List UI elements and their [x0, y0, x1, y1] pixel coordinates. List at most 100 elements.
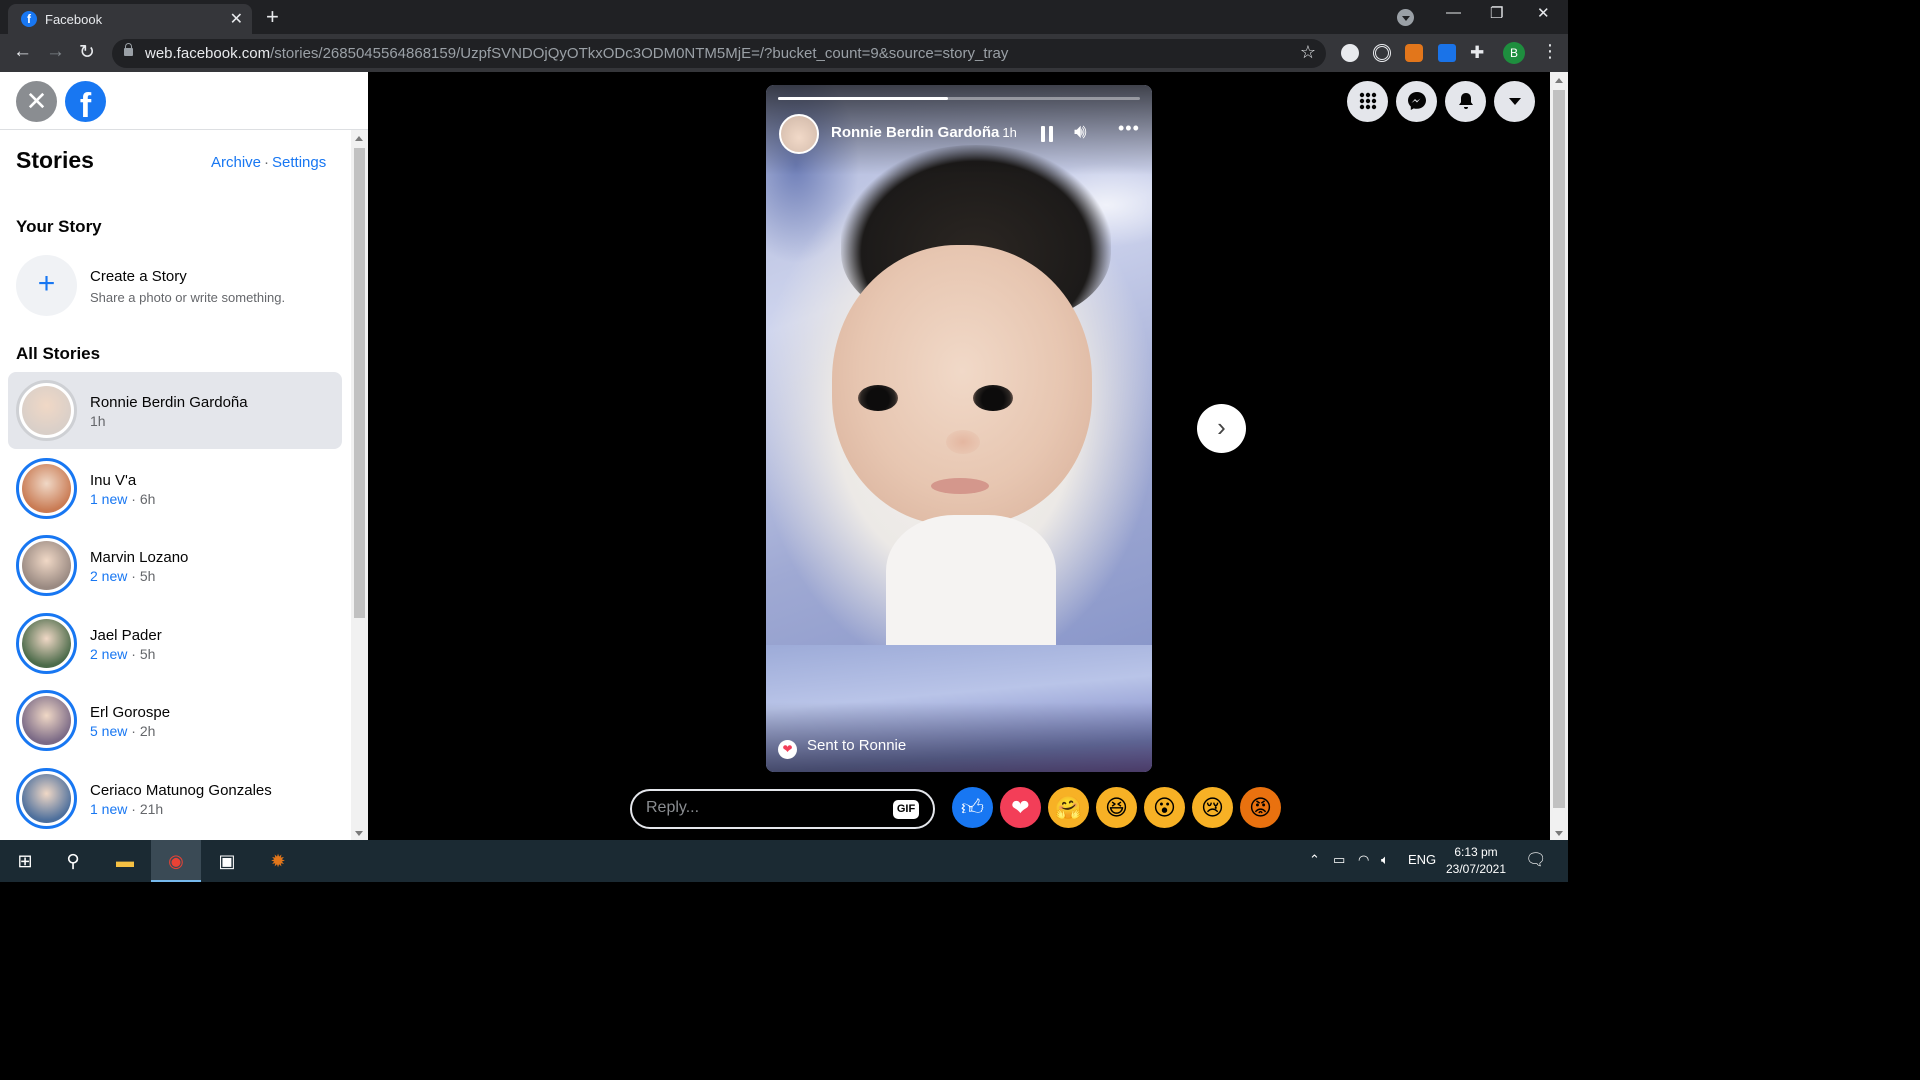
- next-story-button[interactable]: ›: [1197, 404, 1246, 453]
- story-new-count: 2 new: [90, 568, 128, 584]
- bookmark-star-icon[interactable]: ☆: [1300, 42, 1316, 63]
- volume-icon[interactable]: 🔊︎: [1074, 121, 1087, 144]
- story-meta: 5 new · 2h: [90, 723, 155, 739]
- story-progress-bar: [778, 97, 1140, 100]
- create-story-title[interactable]: Create a Story: [90, 268, 187, 285]
- story-meta: 1 new · 6h: [90, 491, 155, 507]
- lock-icon[interactable]: [124, 43, 133, 56]
- facebook-logo-icon[interactable]: f: [65, 81, 106, 122]
- poster-avatar[interactable]: [779, 114, 819, 154]
- story-avatar-ring: [16, 458, 77, 519]
- notifications-button[interactable]: [1445, 81, 1486, 122]
- terminal-icon[interactable]: ▣: [202, 840, 252, 882]
- wifi-icon[interactable]: ◠: [1358, 852, 1369, 868]
- address-bar[interactable]: web.facebook.com/stories/268504556486815…: [112, 39, 1326, 68]
- extension-2-icon[interactable]: [1373, 44, 1391, 62]
- page-scroll-up-icon[interactable]: [1555, 78, 1563, 83]
- tab-title: Facebook: [45, 12, 103, 27]
- care-reaction-icon[interactable]: 🤗: [1048, 787, 1089, 828]
- page-scroll-thumb[interactable]: [1553, 90, 1565, 808]
- love-reaction-icon[interactable]: ❤︎: [1000, 787, 1041, 828]
- haha-reaction-icon[interactable]: 😆: [1096, 787, 1137, 828]
- chrome-icon[interactable]: ◉: [151, 840, 201, 882]
- scroll-up-arrow-icon[interactable]: [355, 136, 363, 141]
- tray-chevron-icon[interactable]: ⌃: [1309, 852, 1320, 868]
- clock-date: 23/07/2021: [1445, 862, 1507, 876]
- story-avatar: [22, 541, 71, 590]
- reply-box[interactable]: GIF: [630, 789, 935, 829]
- poster-name[interactable]: Ronnie Berdin Gardoña: [831, 124, 999, 141]
- sidebar-scrollbar[interactable]: [351, 130, 368, 840]
- notification-center-icon[interactable]: 🗨︎: [1525, 850, 1547, 870]
- restore-button[interactable]: ❐: [1490, 4, 1503, 22]
- sad-reaction-icon[interactable]: 😢: [1192, 787, 1233, 828]
- sidebar-header: ✕ f: [0, 72, 368, 130]
- taskbar-clock[interactable]: 6:13 pm 23/07/2021: [1440, 844, 1512, 878]
- extension-1-icon[interactable]: [1341, 44, 1359, 62]
- browser-menu-icon[interactable]: ⋮: [1541, 41, 1559, 62]
- more-options-icon[interactable]: •••: [1118, 118, 1140, 139]
- story-item[interactable]: Ronnie Berdin Gardoña 1h: [8, 372, 342, 449]
- page-scrollbar[interactable]: [1550, 72, 1568, 840]
- window-close-button[interactable]: ✕: [1537, 4, 1550, 22]
- story-time: 21h: [139, 801, 164, 817]
- menu-grid-button[interactable]: [1347, 81, 1388, 122]
- story-meta: 1h: [90, 413, 106, 429]
- url-text[interactable]: web.facebook.com/stories/268504556486815…: [145, 45, 1008, 62]
- story-item[interactable]: Jael Pader 2 new · 5h: [8, 605, 342, 682]
- facebook-favicon-icon: f: [21, 11, 37, 27]
- scroll-thumb[interactable]: [354, 148, 365, 618]
- wow-reaction-icon[interactable]: 😮: [1144, 787, 1185, 828]
- close-stories-button[interactable]: ✕: [16, 81, 57, 122]
- extension-shield-icon[interactable]: [1438, 44, 1456, 62]
- create-story-subtitle: Share a photo or write something.: [90, 290, 286, 305]
- story-name: Ceriaco Matunog Gonzales: [90, 782, 272, 799]
- sent-text: Sent to Ronnie: [807, 737, 907, 754]
- story-avatar: [22, 774, 71, 823]
- tab-close-icon[interactable]: ✕: [230, 9, 243, 29]
- reply-input[interactable]: [646, 799, 876, 817]
- volume-tray-icon[interactable]: 🔈︎: [1381, 852, 1389, 868]
- bell-icon: [1458, 93, 1473, 109]
- windows-start-icon[interactable]: ⊞: [0, 840, 50, 882]
- back-arrow-icon[interactable]: ←: [13, 41, 32, 63]
- story-item[interactable]: Erl Gorospe 5 new · 2h: [8, 682, 342, 759]
- extensions-puzzle-icon[interactable]: ✚: [1470, 44, 1488, 62]
- profile-avatar[interactable]: B: [1503, 42, 1525, 64]
- angry-reaction-icon[interactable]: 😡: [1240, 787, 1281, 828]
- browser-tab[interactable]: f Facebook ✕: [8, 4, 252, 34]
- story-time: 6h: [139, 491, 156, 507]
- archive-link[interactable]: Archive: [211, 154, 261, 171]
- search-icon[interactable]: ⚲: [48, 840, 98, 882]
- messenger-button[interactable]: [1396, 81, 1437, 122]
- new-tab-button[interactable]: +: [266, 4, 279, 30]
- story-item[interactable]: Marvin Lozano 2 new · 5h: [8, 527, 342, 604]
- story-progress-fill: [778, 97, 949, 100]
- all-stories-heading: All Stories: [16, 344, 101, 363]
- gif-button[interactable]: GIF: [893, 800, 919, 819]
- create-story-plus-icon[interactable]: +: [16, 255, 77, 316]
- page-scroll-down-icon[interactable]: [1555, 831, 1563, 836]
- browser-tab-bar: f Facebook ✕ + — ❐ ✕: [0, 0, 1568, 34]
- reload-icon[interactable]: ↻: [79, 41, 95, 64]
- account-menu-button[interactable]: [1494, 81, 1535, 122]
- scroll-down-arrow-icon[interactable]: [355, 831, 363, 836]
- language-indicator[interactable]: ENG: [1408, 852, 1436, 867]
- app-icon[interactable]: ✹: [253, 840, 303, 882]
- url-path: /stories/2685045564868159/UzpfSVNDOjQyOT…: [270, 45, 1009, 62]
- url-host: web.facebook.com: [145, 45, 271, 62]
- file-explorer-icon[interactable]: ▬: [100, 840, 150, 882]
- minimize-button[interactable]: —: [1446, 4, 1461, 21]
- story-item[interactable]: Inu V'a 1 new · 6h: [8, 450, 342, 527]
- caret-down-icon: [1508, 98, 1521, 105]
- story-avatar-ring: [16, 768, 77, 829]
- battery-icon[interactable]: ▭: [1333, 852, 1345, 868]
- metamask-fox-icon[interactable]: [1405, 44, 1423, 62]
- settings-link[interactable]: Settings: [272, 154, 326, 171]
- story-item[interactable]: Ceriaco Matunog Gonzales 1 new · 21h: [8, 760, 342, 837]
- like-reaction-icon[interactable]: 👍︎: [952, 787, 993, 828]
- tab-search-icon[interactable]: [1397, 9, 1414, 26]
- forward-arrow-icon[interactable]: →: [46, 41, 65, 63]
- story-card[interactable]: Ronnie Berdin Gardoña 1h 🔊︎ ••• ❤ Sent to …: [766, 85, 1152, 772]
- pause-icon[interactable]: [1040, 126, 1054, 142]
